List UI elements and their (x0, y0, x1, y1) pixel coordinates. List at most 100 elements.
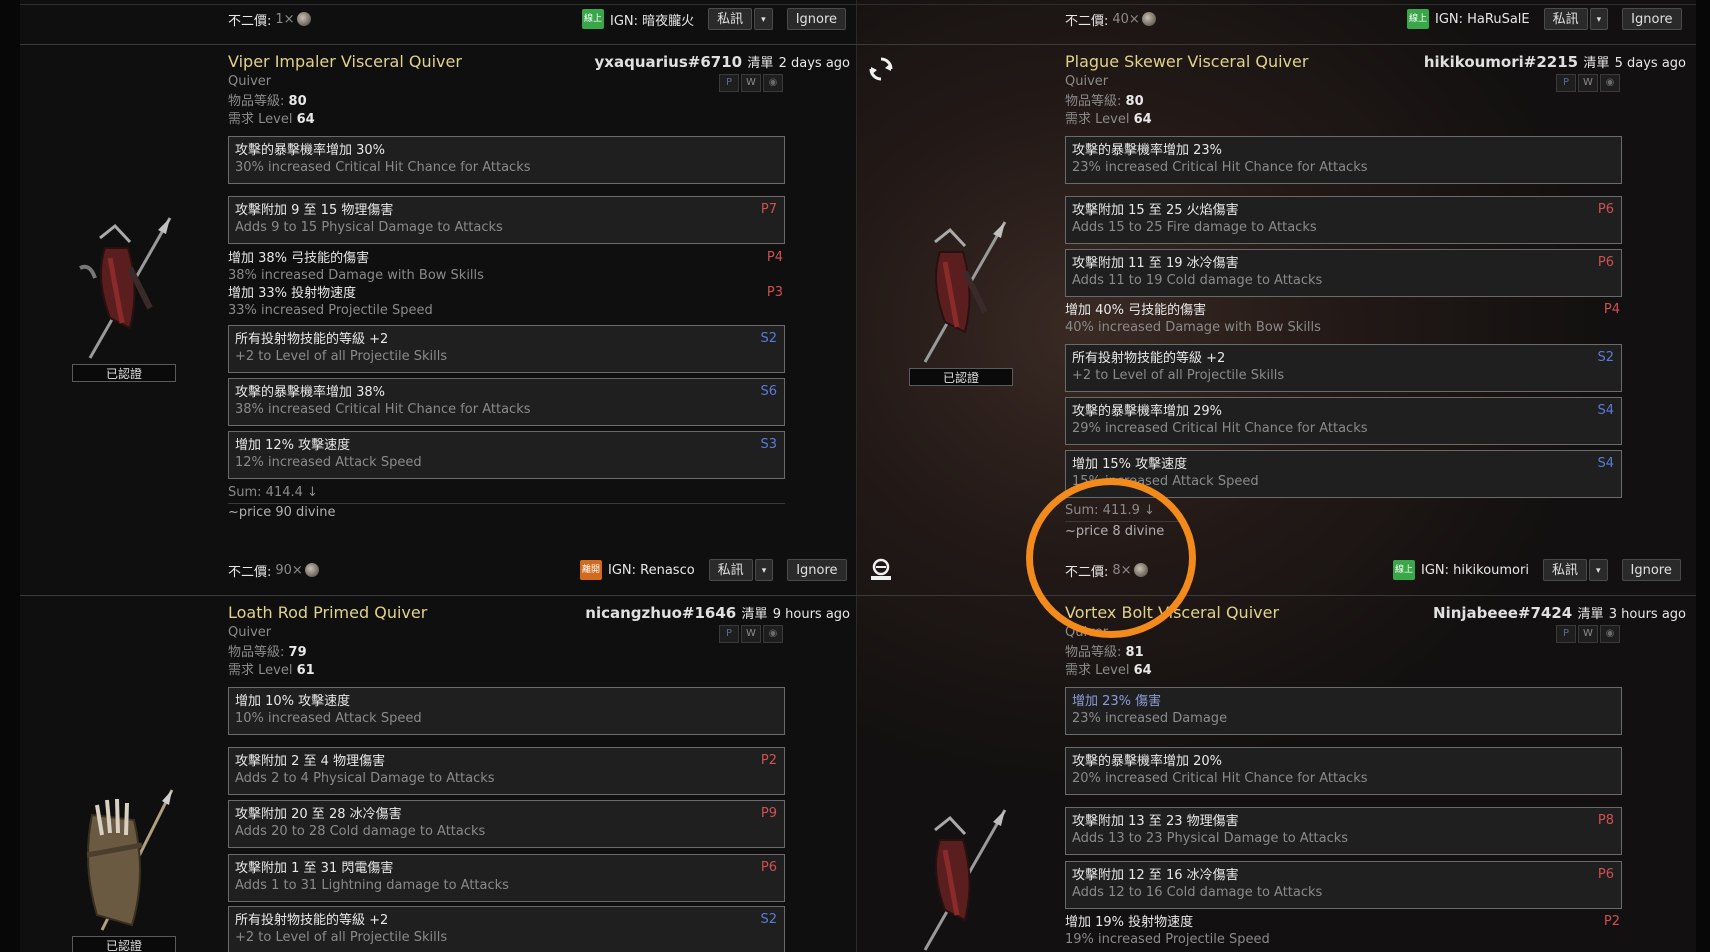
implicit-mod[interactable]: 增加 10% 攻擊速度 10% increased Attack Speed (228, 687, 785, 735)
mod-text-en: +2 to Level of all Projectile Skills (235, 349, 448, 364)
required-level-label: 需求 Level (1065, 112, 1130, 127)
mod-tier-tag: P6 (1597, 202, 1614, 217)
mod-text-zh: 攻擊附加 11 至 19 冰冷傷害 (1072, 256, 1239, 271)
price-label: 不二價: (1065, 13, 1109, 29)
explicit-mod[interactable]: 增加 12% 攻擊速度 12% increased Attack Speed S… (228, 431, 785, 479)
ignore-button[interactable]: Ignore (786, 8, 847, 30)
explicit-mod[interactable]: 攻擊附加 15 至 25 火焰傷害 Adds 15 to 25 Fire dam… (1065, 196, 1622, 244)
explicit-mod[interactable]: 攻擊附加 20 至 28 冰冷傷害 Adds 20 to 28 Cold dam… (228, 800, 785, 848)
listed-label: 清單 (747, 56, 774, 71)
mod-text-zh: 攻擊的暴擊機率增加 20% (1072, 754, 1223, 769)
eye-icon[interactable]: ◉ (763, 625, 783, 643)
prefix-filter-icon[interactable]: P (719, 74, 739, 92)
explicit-mod[interactable]: 攻擊的暴擊機率增加 38% 38% increased Critical Hit… (228, 378, 785, 426)
weight-filter-icon[interactable]: W (741, 625, 761, 643)
explicit-mod[interactable]: 攻擊附加 9 至 15 物理傷害 Adds 9 to 15 Physical D… (228, 196, 785, 244)
whisper-button[interactable]: 私訊 (1543, 8, 1588, 30)
quiver-item-icon[interactable] (905, 800, 1015, 952)
implicit-mod[interactable]: 攻擊的暴擊機率增加 20% 20% increased Critical Hit… (1065, 747, 1622, 795)
required-level: 需求 Level 64 (1065, 111, 1152, 129)
ignore-button[interactable]: Ignore (1622, 8, 1682, 30)
implicit-mod[interactable]: 攻擊的暴擊機率增加 23% 23% increased Critical Hit… (1065, 136, 1622, 184)
refresh-icon[interactable] (868, 56, 894, 82)
mod-text-en: 38% increased Critical Hit Chance for At… (235, 402, 531, 417)
price-note: ~price 90 divine (228, 505, 336, 520)
whisper-button[interactable]: 私訊 (708, 559, 753, 581)
mod-text-en: 23% increased Damage (1072, 711, 1228, 726)
explicit-mod[interactable]: 攻擊附加 13 至 23 物理傷害 Adds 13 to 23 Physical… (1065, 807, 1622, 855)
listed-time: 5 days ago (1614, 56, 1686, 71)
seller-name[interactable]: hikikoumori#2215 (1424, 53, 1578, 71)
mod-text-en: Adds 12 to 16 Cold damage to Attacks (1072, 885, 1323, 900)
seller-account[interactable]: Ninjabeee#7424 清單 3 hours ago (1390, 603, 1686, 622)
explicit-mod[interactable]: 增加 38% 弓技能的傷害 38% increased Damage with … (228, 250, 785, 284)
ign-text: IGN: Renasco (608, 562, 695, 578)
search-person-icon[interactable] (868, 557, 894, 583)
seller-name[interactable]: Ninjabeee#7424 (1433, 604, 1572, 622)
mod-text-zh: 攻擊附加 1 至 31 閃電傷害 (235, 861, 394, 876)
implicit-mod[interactable]: 攻擊的暴擊機率增加 30% 30% increased Critical Hit… (228, 136, 785, 184)
explicit-mod[interactable]: 攻擊附加 11 至 19 冰冷傷害 Adds 11 to 19 Cold dam… (1065, 249, 1622, 297)
whisper-button[interactable]: 私訊 (1542, 559, 1587, 581)
pseudo-sum[interactable]: Sum: 414.4 ↓ (228, 485, 785, 504)
explicit-mod[interactable]: 所有投射物技能的等級 +2 +2 to Level of all Project… (228, 325, 785, 373)
mod-tier-tag: P9 (760, 806, 777, 821)
explicit-mod[interactable]: 攻擊的暴擊機率增加 29% 29% increased Critical Hit… (1065, 397, 1622, 445)
weight-filter-icon[interactable]: W (741, 74, 761, 92)
mod-text-zh: 攻擊附加 9 至 15 物理傷害 (235, 203, 394, 218)
mod-text-en: 38% increased Damage with Bow Skills (228, 268, 484, 283)
mod-text-zh: 攻擊附加 2 至 4 物理傷害 (235, 754, 386, 769)
mod-text-zh: 增加 10% 攻擊速度 (235, 694, 351, 709)
price-value: 40× (1112, 11, 1140, 27)
item-name[interactable]: Plague Skewer Visceral Quiver (1065, 52, 1308, 71)
mod-text-en: 29% increased Critical Hit Chance for At… (1072, 421, 1368, 436)
quiver-item-icon[interactable] (72, 785, 182, 935)
explicit-mod[interactable]: 所有投射物技能的等級 +2 +2 to Level of all Project… (228, 906, 785, 952)
explicit-mod[interactable]: 攻擊附加 12 至 16 冰冷傷害 Adds 12 to 16 Cold dam… (1065, 861, 1622, 909)
eye-icon[interactable]: ◉ (1600, 74, 1620, 92)
ignore-button[interactable]: Ignore (787, 559, 847, 581)
item-name[interactable]: Loath Rod Primed Quiver (228, 603, 427, 622)
eye-icon[interactable]: ◉ (1600, 625, 1620, 643)
explicit-mod[interactable]: 增加 40% 弓技能的傷害 40% increased Damage with … (1065, 302, 1622, 336)
whisper-dropdown-button[interactable]: ▾ (754, 559, 774, 581)
currency-orb-icon (1141, 12, 1156, 26)
seller-account[interactable]: nicangzhuo#1646 清單 9 hours ago (560, 603, 850, 622)
seller-account[interactable]: yxaquarius#6710 清單 2 days ago (560, 52, 850, 71)
explicit-mod[interactable]: 攻擊附加 2 至 4 物理傷害 Adds 2 to 4 Physical Dam… (228, 747, 785, 795)
quiver-item-icon[interactable] (70, 208, 180, 368)
pw-icons: P W ◉ (719, 74, 783, 92)
ignore-button[interactable]: Ignore (1621, 559, 1681, 581)
mod-text-en: 15% increased Attack Speed (1072, 474, 1259, 489)
weight-filter-icon[interactable]: W (1578, 625, 1598, 643)
required-level: 需求 Level 64 (1065, 662, 1152, 680)
seller-name[interactable]: nicangzhuo#1646 (585, 604, 736, 622)
whisper-dropdown-button[interactable]: ▾ (1589, 8, 1609, 30)
whisper-dropdown-button[interactable]: ▾ (754, 8, 773, 30)
prefix-filter-icon[interactable]: P (719, 625, 739, 643)
eye-icon[interactable]: ◉ (763, 74, 783, 92)
explicit-mod[interactable]: 所有投射物技能的等級 +2 +2 to Level of all Project… (1065, 344, 1622, 392)
mod-text-en: 23% increased Critical Hit Chance for At… (1072, 160, 1368, 175)
prefix-filter-icon[interactable]: P (1556, 625, 1576, 643)
online-status-badge: 線上 (1393, 560, 1415, 580)
quiver-item-icon[interactable] (905, 212, 1015, 372)
explicit-mod[interactable]: 增加 19% 投射物速度 19% increased Projectile Sp… (1065, 914, 1622, 948)
price-row-prev-right: 不二價: 40× (1065, 4, 1156, 34)
mod-text-en: 20% increased Critical Hit Chance for At… (1072, 771, 1368, 786)
whisper-dropdown-button[interactable]: ▾ (1588, 559, 1608, 581)
explicit-mod[interactable]: 攻擊附加 1 至 31 閃電傷害 Adds 1 to 31 Lightning … (228, 854, 785, 902)
whisper-button[interactable]: 私訊 (708, 8, 753, 30)
item-level: 物品等級: 80 (1065, 93, 1144, 111)
weight-filter-icon[interactable]: W (1578, 74, 1598, 92)
explicit-mod[interactable]: 增加 33% 投射物速度 33% increased Projectile Sp… (228, 285, 785, 319)
item-name[interactable]: Viper Impaler Visceral Quiver (228, 52, 462, 71)
seller-name[interactable]: yxaquarius#6710 (595, 53, 743, 71)
prefix-filter-icon[interactable]: P (1556, 74, 1576, 92)
item-level: 物品等級: 80 (228, 93, 307, 111)
item-level: 物品等級: 79 (228, 644, 307, 662)
seller-account[interactable]: hikikoumori#2215 清單 5 days ago (1390, 52, 1686, 71)
enchant-mod[interactable]: 增加 23% 傷害 23% increased Damage (1065, 687, 1622, 735)
mod-tier-tag: P7 (760, 202, 777, 217)
mod-text-zh: 攻擊附加 12 至 16 冰冷傷害 (1072, 868, 1239, 883)
